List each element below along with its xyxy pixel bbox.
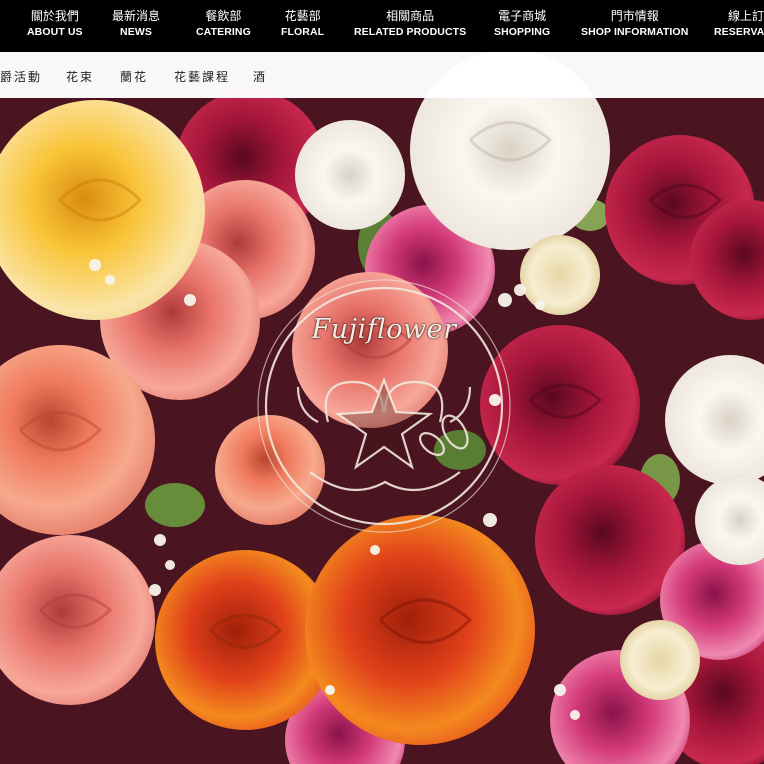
nav-about-us-zh: 關於我們 xyxy=(30,9,79,23)
nav-reservation-zh: 線上訂 xyxy=(727,9,764,23)
nav-news-en: NEWS xyxy=(120,26,152,38)
nav-shop-information-zh: 門市情報 xyxy=(610,9,659,23)
logo-text: Fujiflower xyxy=(311,314,457,345)
nav-reservation-en: RESERVAT xyxy=(714,26,764,38)
fujiflower-logo: Fujiflower xyxy=(250,272,518,540)
nav-news[interactable]: 最新消息 NEWS xyxy=(112,0,160,52)
nav-about-us[interactable]: 關於我們 ABOUT US xyxy=(27,0,83,52)
nav-reservation[interactable]: 線上訂 RESERVAT xyxy=(714,0,764,52)
nav-shopping-en: SHOPPING xyxy=(494,26,551,38)
nav-catering[interactable]: 餐飲部 CATERING xyxy=(196,0,251,52)
nav-floral-en: FLORAL xyxy=(281,26,325,38)
nav-shopping[interactable]: 電子商城 SHOPPING xyxy=(494,0,550,52)
nav-about-us-en: ABOUT US xyxy=(27,26,83,38)
logo-ornament-icon xyxy=(257,279,511,533)
nav-catering-zh: 餐飲部 xyxy=(205,9,242,23)
nav-shopping-zh: 電子商城 xyxy=(498,9,547,23)
nav-floral[interactable]: 花藝部 FLORAL xyxy=(281,0,324,52)
subnav-item-events[interactable]: 爵活動 xyxy=(0,68,42,85)
nav-shop-information[interactable]: 門市情報 SHOP INFORMATION xyxy=(581,0,688,52)
nav-catering-en: CATERING xyxy=(196,26,251,38)
nav-shop-information-en: SHOP INFORMATION xyxy=(581,26,689,38)
nav-related-products[interactable]: 相關商品 RELATED PRODUCTS xyxy=(354,0,466,52)
subnav-item-floral-classes[interactable]: 花藝課程 xyxy=(174,68,230,85)
nav-news-zh: 最新消息 xyxy=(112,9,161,23)
nav-related-products-zh: 相關商品 xyxy=(386,9,435,23)
subnav-item-bouquets[interactable]: 花束 xyxy=(66,68,94,85)
main-navigation: 關於我們 ABOUT US 最新消息 NEWS 餐飲部 CATERING 花藝部… xyxy=(0,0,764,52)
nav-related-products-en: RELATED PRODUCTS xyxy=(354,26,467,38)
sub-navigation: 爵活動 花束 蘭花 花藝課程 酒 xyxy=(0,52,764,98)
subnav-item-wine[interactable]: 酒 xyxy=(253,68,267,85)
subnav-item-orchids[interactable]: 蘭花 xyxy=(120,68,148,85)
nav-floral-zh: 花藝部 xyxy=(284,9,321,23)
